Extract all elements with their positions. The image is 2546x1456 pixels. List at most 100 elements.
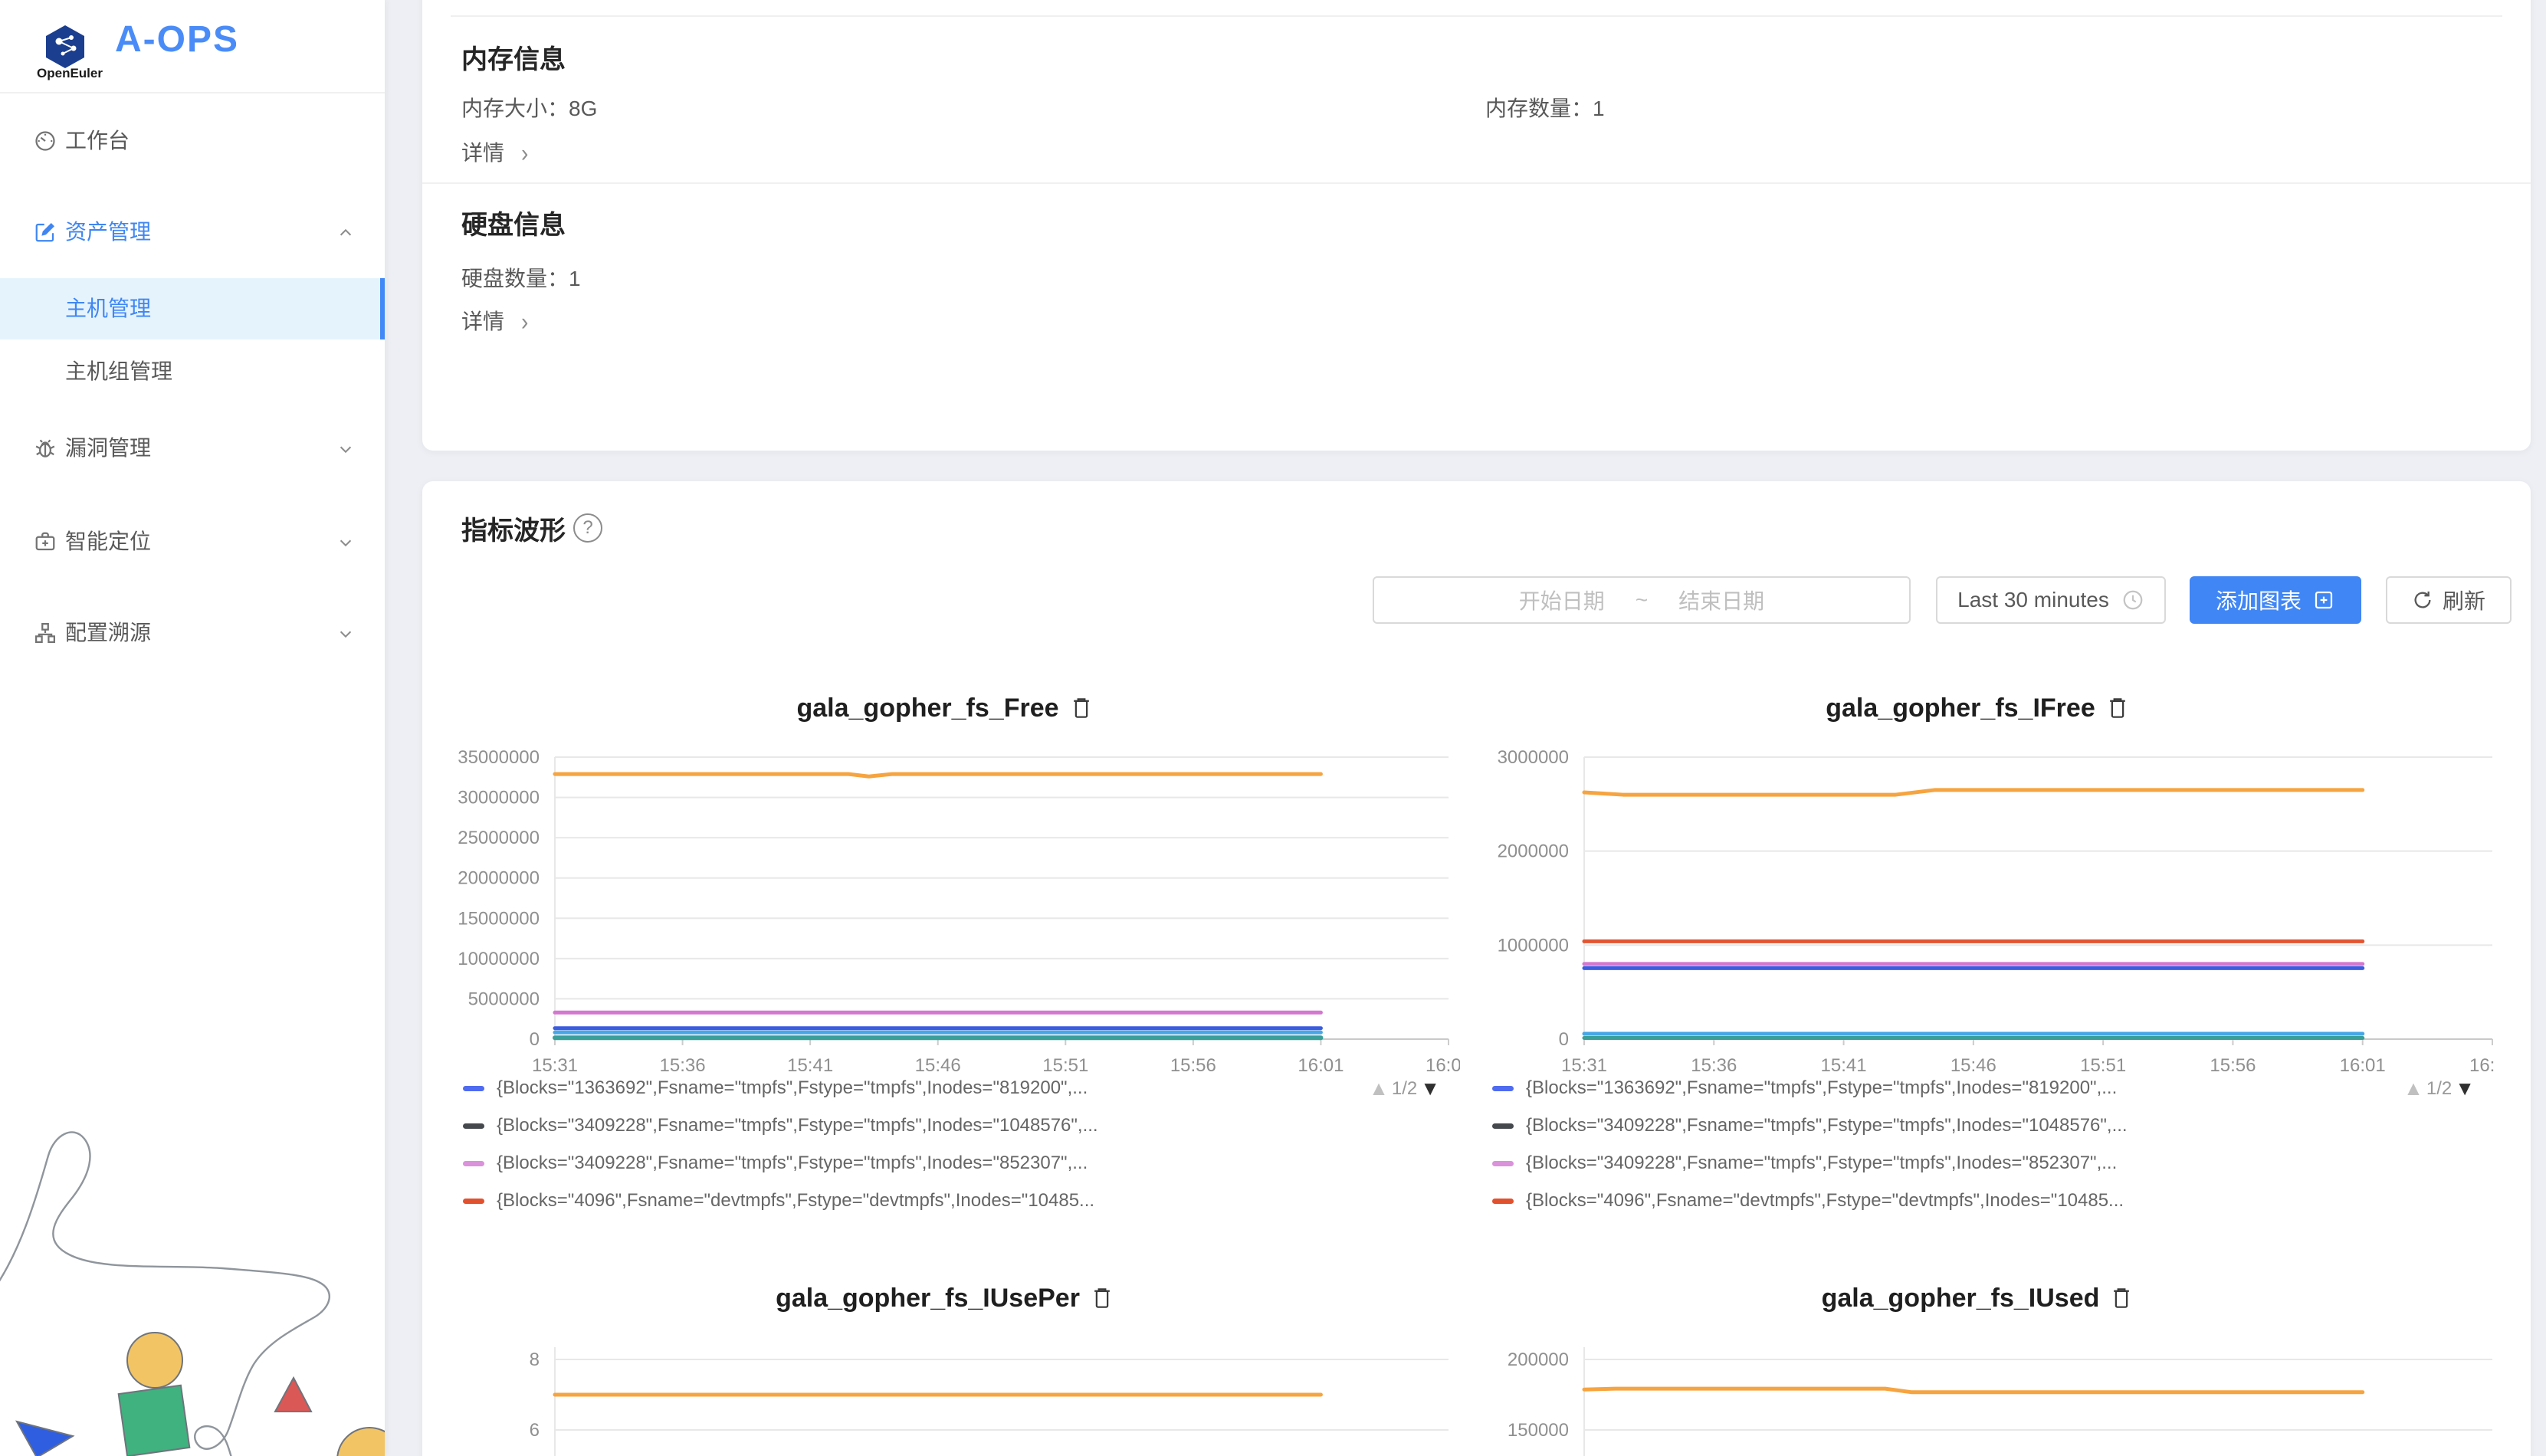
legend-color-dash: [1492, 1161, 1514, 1166]
legend-item[interactable]: {Blocks="3409228",Fsname="tmpfs",Fstype=…: [463, 1114, 1098, 1137]
field-label: 内存数量：: [1485, 97, 1593, 120]
add-chart-button[interactable]: 添加图表: [2190, 576, 2361, 624]
edit-icon: [34, 221, 57, 244]
field-value: 8G: [569, 97, 597, 120]
svg-text:8: 8: [530, 1349, 540, 1370]
dashboard-icon: [34, 130, 57, 152]
chart-legend: {Blocks="1363692",Fsname="tmpfs",Fstype=…: [1492, 1077, 2487, 1230]
legend-color-dash: [1492, 1123, 1514, 1129]
legend-page-indicator: 1/2: [1392, 1078, 1417, 1100]
legend-item[interactable]: {Blocks="1363692",Fsname="tmpfs",Fstype=…: [463, 1077, 1088, 1100]
svg-text:10000000: 10000000: [458, 949, 540, 969]
clock-icon: [2121, 589, 2144, 612]
sidebar-item-label: 配置溯源: [65, 607, 151, 659]
memory-detail-link[interactable]: 详情›: [461, 136, 528, 167]
chevron-right-icon: ›: [521, 139, 528, 168]
legend-color-dash: [463, 1123, 484, 1129]
legend-pager: ▲1/2▼: [1369, 1077, 1440, 1100]
chart-legend: {Blocks="1363692",Fsname="tmpfs",Fstype=…: [463, 1077, 1452, 1230]
help-icon[interactable]: ?: [573, 513, 602, 543]
date-range-input[interactable]: 开始日期 ~ 结束日期: [1373, 576, 1911, 624]
metrics-title: 指标波形: [461, 510, 566, 547]
sidebar-item-label: 主机管理: [65, 278, 151, 339]
legend-item-text: {Blocks="1363692",Fsname="tmpfs",Fstype=…: [1526, 1077, 2117, 1099]
detail-label: 详情: [461, 310, 504, 333]
legend-color-dash: [1492, 1199, 1514, 1204]
section-divider: [451, 15, 2502, 17]
chart-plot: 8615:3115:3615:4115:4615:5115:5616:0116:…: [429, 1284, 1460, 1456]
chart-plot: 20000015000015:3115:3615:4115:4615:5115:…: [1460, 1284, 2495, 1456]
start-date-placeholder: 开始日期: [1519, 585, 1605, 615]
legend-item[interactable]: {Blocks="4096",Fsname="devtmpfs",Fstype=…: [1492, 1189, 2124, 1212]
chevron-down-icon: [337, 441, 354, 457]
svg-text:15:36: 15:36: [1691, 1055, 1737, 1076]
svg-text:15:56: 15:56: [1170, 1055, 1216, 1076]
svg-text:15:51: 15:51: [2080, 1055, 2126, 1076]
svg-text:5000000: 5000000: [468, 989, 540, 1009]
sidebar-item-config-tracing[interactable]: 配置溯源: [0, 607, 385, 659]
legend-item[interactable]: {Blocks="4096",Fsname="devtmpfs",Fstype=…: [463, 1189, 1094, 1212]
sidebar-item-label: 智能定位: [65, 516, 151, 568]
svg-text:35000000: 35000000: [458, 747, 540, 768]
legend-item-text: {Blocks="3409228",Fsname="tmpfs",Fstype=…: [497, 1115, 1098, 1136]
disk-count-field: 硬盘数量：1: [461, 262, 581, 293]
legend-item[interactable]: {Blocks="3409228",Fsname="tmpfs",Fstype=…: [1492, 1114, 2128, 1137]
legend-item-text: {Blocks="4096",Fsname="devtmpfs",Fstype=…: [1526, 1190, 2124, 1212]
svg-text:0: 0: [530, 1029, 540, 1050]
legend-item[interactable]: {Blocks="1363692",Fsname="tmpfs",Fstype=…: [1492, 1077, 2117, 1100]
svg-text:200000: 200000: [1508, 1349, 1569, 1370]
legend-page-up-icon[interactable]: ▲: [1369, 1077, 1389, 1100]
sidebar-item-host-management[interactable]: 主机管理: [0, 278, 385, 339]
field-label: 内存大小：: [461, 97, 569, 120]
refresh-label: 刷新: [2443, 585, 2485, 615]
legend-item[interactable]: {Blocks="3409228",Fsname="tmpfs",Fstype=…: [1492, 1152, 2117, 1175]
refresh-icon: [2412, 589, 2433, 611]
time-range-value: Last 30 minutes: [1957, 588, 2109, 612]
time-range-select[interactable]: Last 30 minutes: [1936, 576, 2166, 624]
refresh-button[interactable]: 刷新: [2386, 576, 2512, 624]
legend-color-dash: [463, 1161, 484, 1166]
chart-plot: 010000002000000300000015:3115:3615:4115:…: [1460, 694, 2495, 1123]
svg-text:1000000: 1000000: [1498, 935, 1569, 956]
legend-color-dash: [463, 1199, 484, 1204]
svg-text:15:56: 15:56: [2210, 1055, 2256, 1076]
chart-fs-iuseper: gala_gopher_fs_IUsePer8615:3115:3615:411…: [429, 1284, 1460, 1456]
plus-square-icon: [2312, 589, 2335, 612]
legend-page-down-icon[interactable]: ▼: [2455, 1077, 2475, 1100]
disk-section-title: 硬盘信息: [461, 204, 566, 241]
svg-text:15:41: 15:41: [1821, 1055, 1867, 1076]
legend-item-text: {Blocks="4096",Fsname="devtmpfs",Fstype=…: [497, 1190, 1094, 1212]
legend-page-down-icon[interactable]: ▼: [1420, 1077, 1440, 1100]
chart-fs-free: gala_gopher_fs_Free050000001000000015000…: [429, 694, 1460, 1230]
svg-text:30000000: 30000000: [458, 788, 540, 808]
svg-text:20000000: 20000000: [458, 868, 540, 889]
aid-kit-icon: [34, 530, 57, 553]
sidebar-item-vulnerability[interactable]: 漏洞管理: [0, 422, 385, 474]
svg-text:25000000: 25000000: [458, 828, 540, 848]
page: OpenEuler A-OPS 工作台 资产管理 主机管理: [0, 0, 2546, 1456]
legend-item-text: {Blocks="3409228",Fsname="tmpfs",Fstype=…: [1526, 1115, 2128, 1136]
brand: OpenEuler A-OPS: [0, 0, 385, 93]
legend-color-dash: [1492, 1086, 1514, 1091]
sidebar-item-assets[interactable]: 资产管理: [0, 206, 385, 258]
svg-text:15:51: 15:51: [1042, 1055, 1088, 1076]
disk-detail-link[interactable]: 详情›: [461, 305, 528, 336]
card-divider: [422, 182, 2531, 184]
legend-item-text: {Blocks="3409228",Fsname="tmpfs",Fstype=…: [1526, 1153, 2117, 1174]
field-value: 1: [1593, 97, 1605, 120]
svg-text:6: 6: [530, 1420, 540, 1441]
chart-fs-iused: gala_gopher_fs_IUsed20000015000015:3115:…: [1460, 1284, 2495, 1456]
svg-text:15:41: 15:41: [787, 1055, 833, 1076]
host-info-card: 内存信息 内存大小：8G 内存数量：1 详情› 硬盘信息 硬盘数量：1 详情›: [422, 0, 2531, 451]
sidebar-item-workbench[interactable]: 工作台: [0, 115, 385, 167]
sidebar-item-host-group-management[interactable]: 主机组管理: [0, 346, 385, 398]
sitemap-icon: [34, 621, 57, 644]
field-value: 1: [569, 267, 581, 290]
legend-item[interactable]: {Blocks="3409228",Fsname="tmpfs",Fstype=…: [463, 1152, 1088, 1175]
svg-text:16:01: 16:01: [2340, 1055, 2386, 1076]
openeuler-logo-icon: [42, 23, 88, 69]
svg-text:15:46: 15:46: [915, 1055, 961, 1076]
legend-page-up-icon[interactable]: ▲: [2403, 1077, 2423, 1100]
sidebar-item-intelligent-location[interactable]: 智能定位: [0, 516, 385, 568]
chevron-up-icon: [337, 225, 354, 241]
